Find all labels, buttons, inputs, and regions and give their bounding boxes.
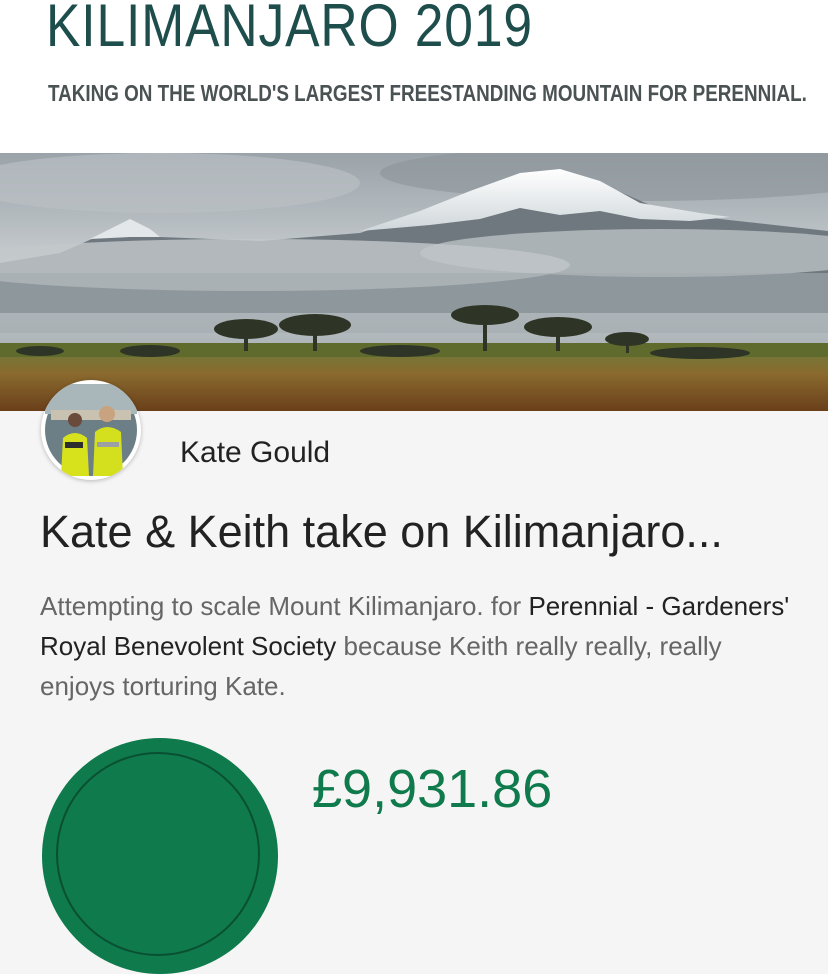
progress-ring [42,738,278,974]
amount-raised: £9,931.86 [312,759,553,819]
banner-title: KILIMANJARO 2019 [46,0,533,59]
fundraiser-owner-name[interactable]: Kate Gould [180,434,330,472]
hero-image [0,153,828,411]
description-text: Attempting to scale Mount Kilimanjaro. f… [40,591,529,621]
page-title: Kate & Keith take on Kilimanjaro... [40,506,723,557]
page-description: Attempting to scale Mount Kilimanjaro. f… [40,586,790,706]
banner-subtitle: TAKING ON THE WORLD'S LARGEST FREESTANDI… [48,80,807,106]
avatar[interactable] [41,380,141,480]
avatar-photo [45,384,137,476]
campaign-banner: KILIMANJARO 2019 TAKING ON THE WORLD'S L… [0,0,828,153]
progress-ring-track [56,752,260,956]
